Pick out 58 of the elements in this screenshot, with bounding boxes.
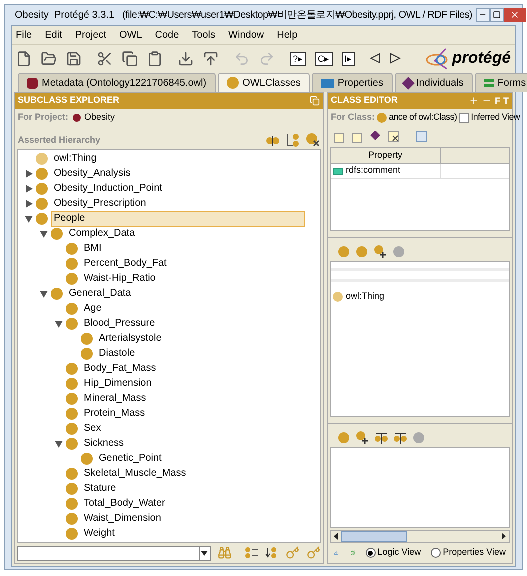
tree-item[interactable]: Mineral_Mass [81,390,150,406]
tree-item[interactable]: Skeletal_Muscle_Mass [81,466,190,482]
tree-item[interactable]: Obesity_Induction_Point [51,180,166,196]
radio-label: Logic View [378,546,422,560]
menu-item[interactable]: Code [155,28,180,42]
tree-item[interactable]: Genetic_Point [96,450,165,466]
panel-title: CLASS EDITOR [331,94,398,108]
menu-item[interactable]: Help [277,28,298,42]
menu-item[interactable]: File [16,28,32,42]
query-button[interactable]: ?▸ [290,52,306,66]
tree-item[interactable]: Blood_Pressure [81,316,158,332]
tree-item[interactable]: Obesity_Prescription [51,196,150,212]
tree-item[interactable]: Stature [81,480,120,496]
menu-item[interactable]: Tools [192,28,216,42]
tree-item[interactable]: Arterialsystole [96,330,165,346]
protege-logo: protégé [452,48,511,68]
tree-item[interactable]: Hip_Dimension [81,376,155,392]
menu-item[interactable]: Window [228,28,264,42]
tree-item[interactable]: Total_Body_Water [81,496,168,512]
tree-item[interactable]: Protein_Mass [81,406,148,422]
menu-item[interactable]: OWL [119,28,142,42]
radio-label: Properties View [443,546,506,560]
checkbox-label: Inferred View [471,111,520,124]
query-button[interactable]: I▸ [342,52,356,66]
tab[interactable]: Properties [312,73,392,92]
tree-item[interactable]: People [51,210,305,226]
tree-item[interactable]: Sickness [81,436,128,452]
tree-item[interactable]: General_Data [66,286,134,302]
tree-item[interactable]: Sex [81,420,104,436]
tree-item[interactable]: Percent_Body_Fat [81,256,170,272]
project-label: For Project: [18,111,69,124]
class-label: For Class: [331,111,376,124]
tab[interactable]: OWLClasses [218,73,310,92]
menu-item[interactable]: Project [75,28,106,42]
panel-title: SUBCLASS EXPLORER [18,94,120,108]
tree-item[interactable]: Complex_Data [66,226,138,242]
tree-item[interactable]: Body_Fat_Mass [81,360,160,376]
tab[interactable]: Forms [474,73,527,92]
tree-item[interactable]: Waist-Hip_Ratio [81,270,159,286]
query-button[interactable]: C▸ [315,52,333,66]
menu-item[interactable]: Edit [45,28,62,42]
hierarchy-label: Asserted Hierarchy [18,134,101,147]
tab[interactable]: Individuals [394,73,473,92]
tree-item[interactable]: BMI [81,240,105,256]
project-name: Obesity [84,111,116,124]
window-file-path: (file:₩C:₩Users₩user1₩Desktop₩비만온톨로지₩Obesity.pprj, OWL / RDF Files) [122,8,472,22]
column-header: Property [331,148,441,163]
class-name: ance of owl:Class) [389,111,458,124]
tree-item[interactable]: Weight [81,526,118,542]
tree-item[interactable]: Waist_Dimension [81,510,164,526]
tree-item[interactable]: Age [81,300,105,316]
table-cell-text: rdfs:comment [346,164,401,178]
window-title: Obesity Protégé 3.3.1 [15,8,115,22]
tree-item[interactable]: Diastole [96,346,138,362]
tree-item[interactable]: owl:Thing [51,150,100,166]
tree-item[interactable]: Obesity_Analysis [51,166,134,182]
superclass-item[interactable]: owl:Thing [346,290,385,304]
tab[interactable]: Metadata (Ontology1221706845.owl) [18,73,216,92]
